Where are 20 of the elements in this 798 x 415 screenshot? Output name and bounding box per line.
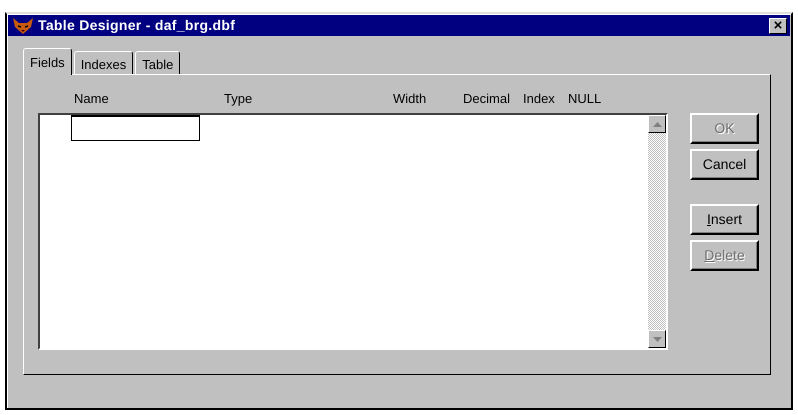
close-button[interactable]: × xyxy=(769,18,787,34)
column-header: Width xyxy=(393,90,428,108)
up-arrow-icon xyxy=(652,122,662,126)
scroll-up-button[interactable] xyxy=(648,115,666,133)
tab[interactable]: Table xyxy=(135,51,180,74)
tab[interactable]: Fields xyxy=(23,48,72,75)
column-header: Index xyxy=(523,90,556,108)
scroll-down-button[interactable] xyxy=(648,330,666,348)
dialog-button[interactable]: Insert xyxy=(690,204,759,235)
vertical-scrollbar[interactable] xyxy=(648,115,666,348)
dialog-button[interactable]: Cancel xyxy=(690,149,759,180)
column-header: Name xyxy=(73,90,110,108)
column-header: NULL xyxy=(568,90,602,108)
column-header: Decimal xyxy=(463,90,511,108)
fox-head-icon xyxy=(12,16,34,34)
tab[interactable]: Indexes xyxy=(74,51,134,74)
name-field[interactable] xyxy=(71,115,200,141)
window-title: Table Designer - daf_brg.dbf xyxy=(38,16,236,35)
down-arrow-icon xyxy=(652,336,662,342)
column-header: Type xyxy=(224,90,254,108)
